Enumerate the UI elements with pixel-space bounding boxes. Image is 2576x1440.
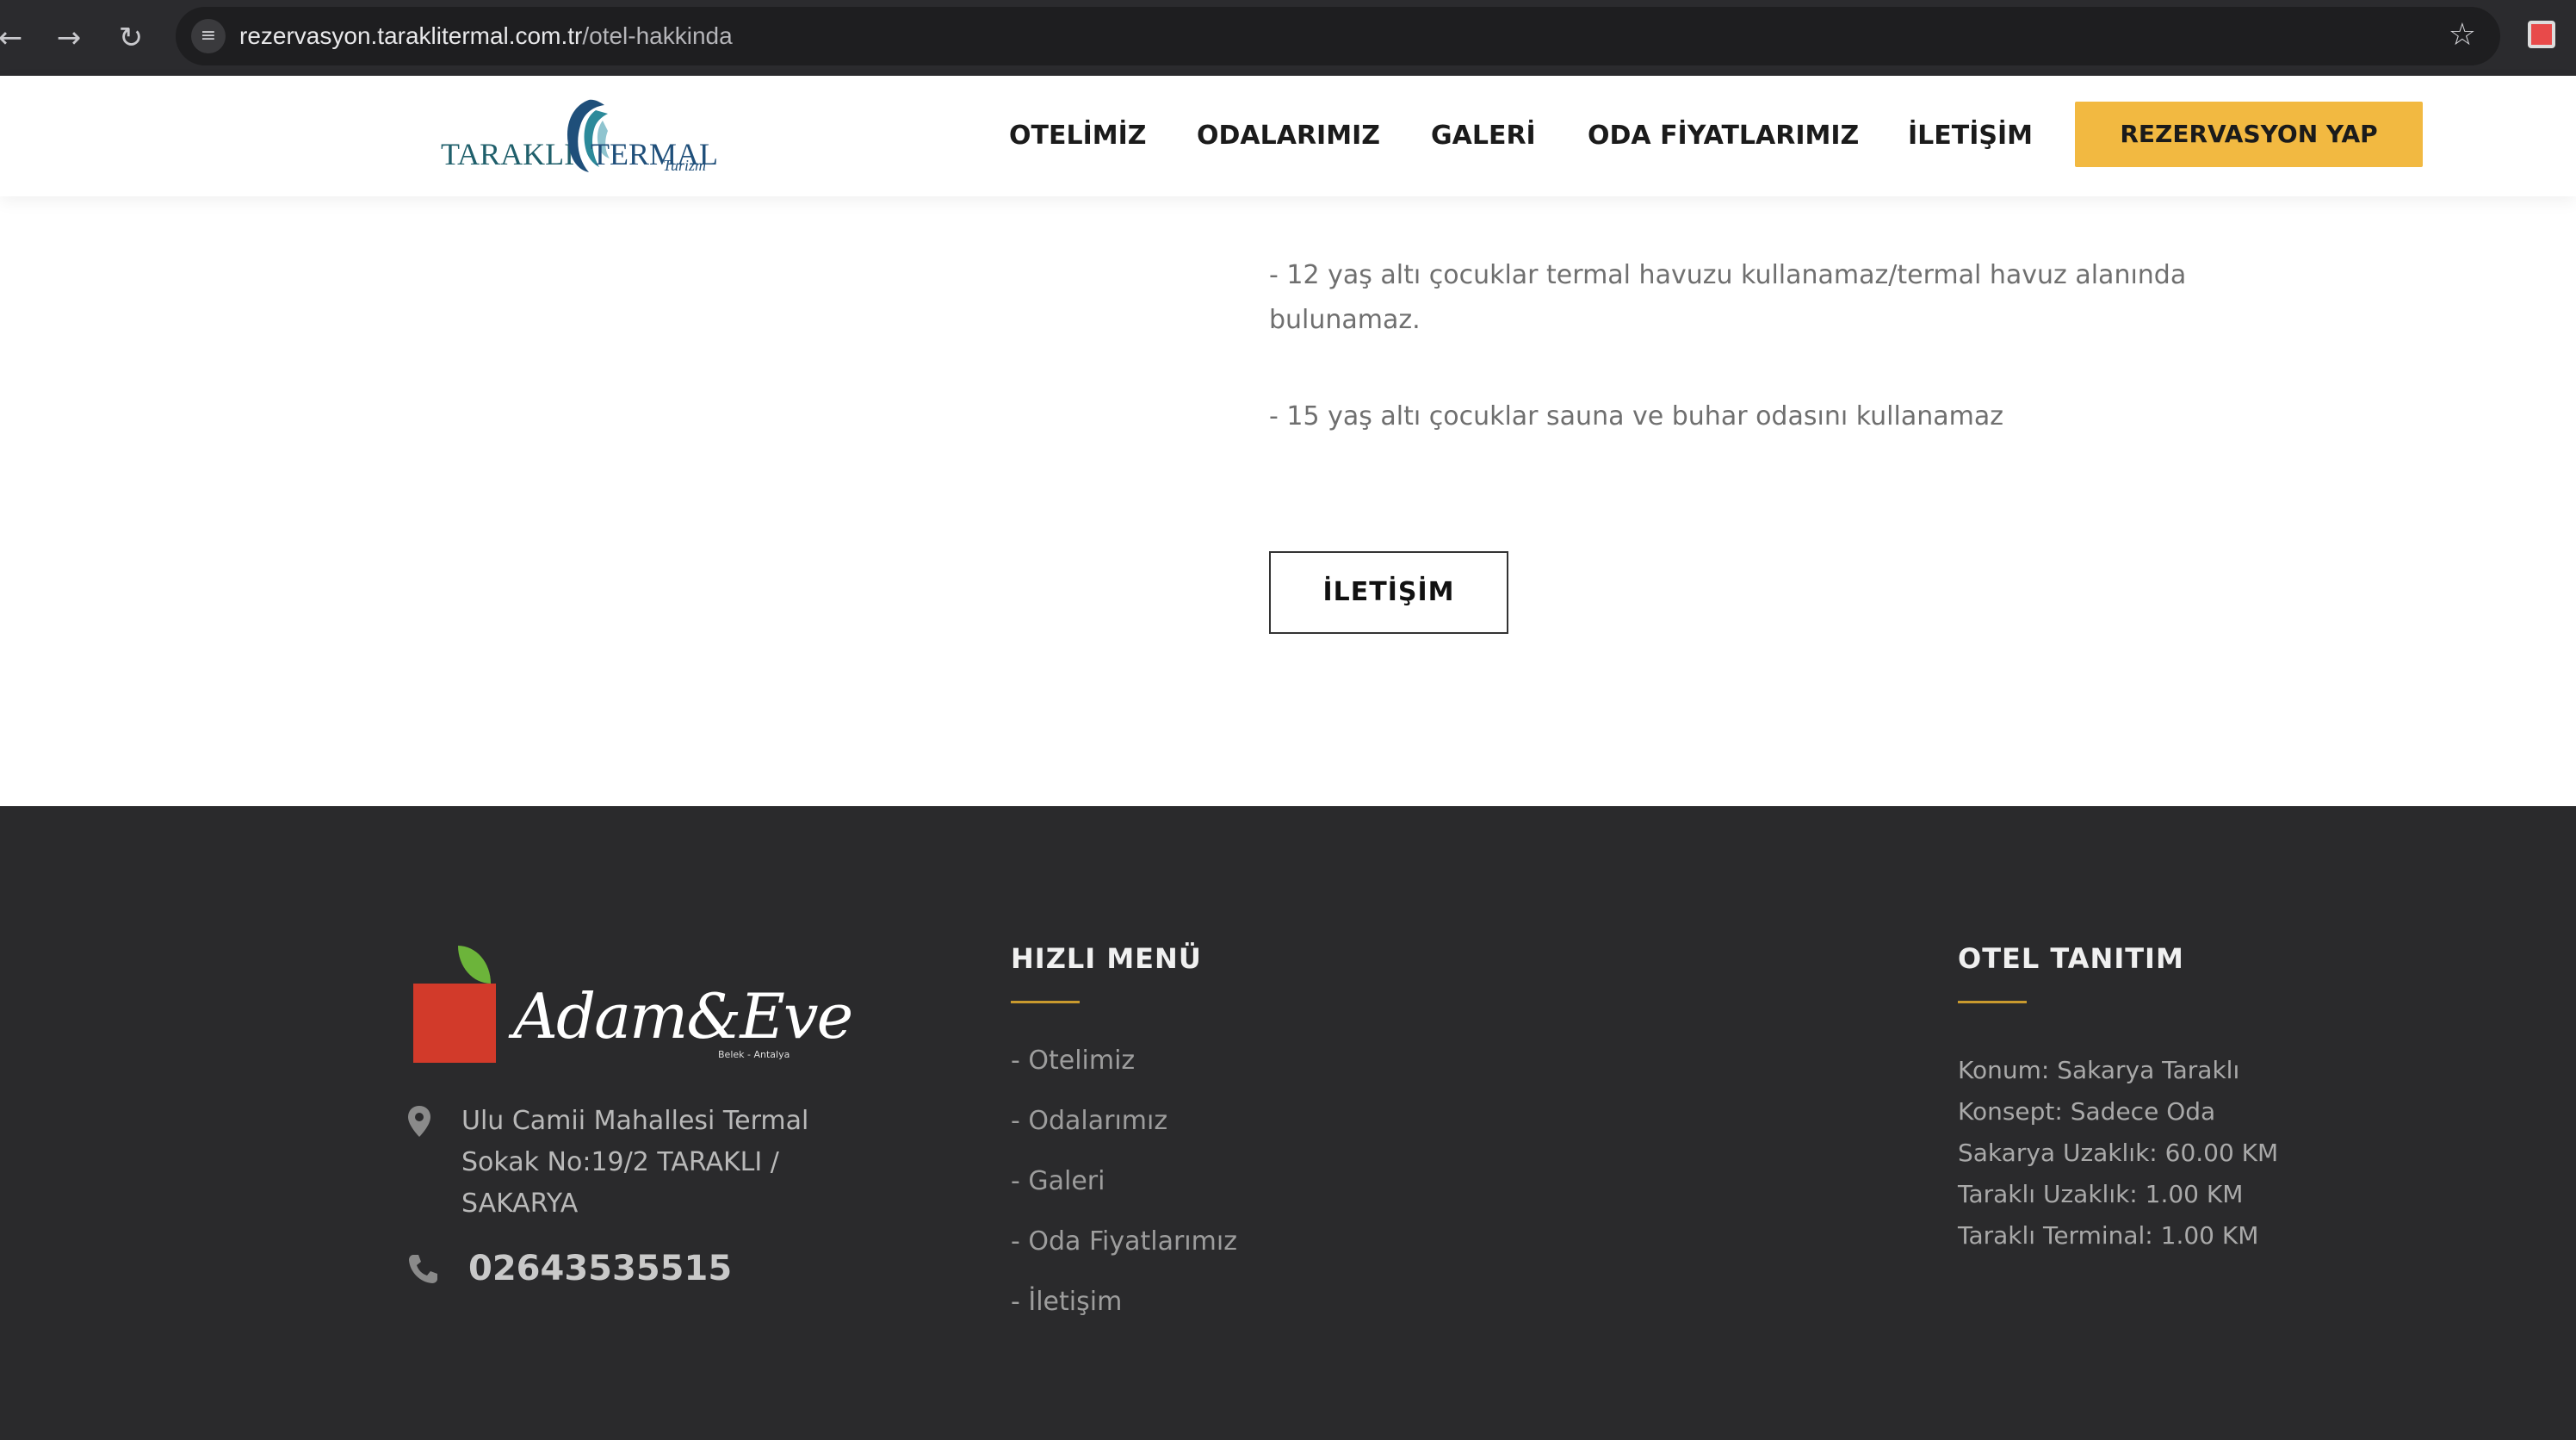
nav-oda-fiyatlarimiz[interactable]: ODA FİYATLARIMIZ	[1588, 115, 1859, 157]
location-pin-icon	[408, 1106, 430, 1137]
url-host: rezervasyon.taraklitermal.com.tr	[239, 22, 583, 49]
footer-link-odalarimiz[interactable]: - Odalarımız	[1011, 1106, 1167, 1136]
hotel-info-terminal-distance: Taraklı Terminal: 1.00 KM	[1958, 1221, 2259, 1250]
footer-link-otelimiz[interactable]: - Otelimiz	[1011, 1046, 1135, 1076]
site-logo[interactable]: TARAKLI TERMAL Turizm	[437, 91, 721, 181]
nav-iletisim[interactable]: İLETİŞİM	[1908, 115, 2033, 157]
site-header: TARAKLI TERMAL Turizm OTELİMİZ ODALARIMI…	[0, 76, 2576, 196]
footer-link-iletisim[interactable]: - İletişim	[1011, 1287, 1122, 1317]
contact-button[interactable]: İLETİŞİM	[1269, 551, 1508, 634]
quick-menu-divider	[1011, 1001, 1080, 1003]
back-icon[interactable]: ←	[0, 16, 33, 60]
rule-text-1: - 12 yaş altı çocuklar termal havuzu kul…	[1269, 260, 2187, 335]
star-icon[interactable]: ☆	[2449, 17, 2476, 53]
logo-subtitle: Turizm	[663, 157, 707, 174]
hotel-info-concept: Konsept: Sadece Oda	[1958, 1097, 2216, 1126]
address-bar[interactable]: ≡ rezervasyon.taraklitermal.com.tr/otel-…	[176, 7, 2500, 65]
nav-galeri[interactable]: GALERİ	[1431, 115, 1536, 157]
hotel-info-location: Konum: Sakarya Taraklı	[1958, 1056, 2240, 1084]
footer-phone[interactable]: 02643535515	[468, 1249, 732, 1288]
phone-icon	[409, 1255, 437, 1283]
footer-link-oda-fiyatlarimiz[interactable]: - Oda Fiyatlarımız	[1011, 1226, 1237, 1257]
hotel-info-sakarya-distance: Sakarya Uzaklık: 60.00 KM	[1958, 1139, 2279, 1167]
rule-text-2: - 15 yaş altı çocuklar sauna ve buhar od…	[1269, 401, 2003, 431]
url-text[interactable]: rezervasyon.taraklitermal.com.tr/otel-ha…	[239, 22, 733, 50]
browser-toolbar: ← → ↻ ≡ rezervasyon.taraklitermal.com.tr…	[0, 0, 2576, 76]
footer-address: Ulu Camii Mahallesi Termal Sokak No:19/2…	[461, 1106, 809, 1219]
url-path: /otel-hakkinda	[582, 22, 733, 49]
hotel-info-heading: OTEL TANITIM	[1958, 942, 2184, 975]
forward-icon[interactable]: →	[46, 16, 91, 60]
site-settings-icon[interactable]: ≡	[191, 19, 226, 53]
reload-icon[interactable]: ↻	[108, 16, 153, 60]
footer-brand-tagline: Belek - Antalya	[718, 1049, 790, 1060]
apple-logo-icon	[413, 984, 496, 1063]
nav-odalarimiz[interactable]: ODALARIMIZ	[1197, 115, 1380, 157]
quick-menu-heading: HIZLI MENÜ	[1011, 942, 1202, 975]
nav-otelimiz[interactable]: OTELİMİZ	[1009, 115, 1147, 157]
footer-brand-logo: Adam&Eve	[513, 980, 853, 1052]
hotel-info-tarakli-distance: Taraklı Uzaklık: 1.00 KM	[1958, 1180, 2244, 1208]
footer-link-galeri[interactable]: - Galeri	[1011, 1166, 1105, 1196]
reservation-button[interactable]: REZERVASYON YAP	[2075, 102, 2423, 167]
extension-icon[interactable]	[2528, 21, 2555, 48]
hotel-info-divider	[1958, 1001, 2027, 1003]
